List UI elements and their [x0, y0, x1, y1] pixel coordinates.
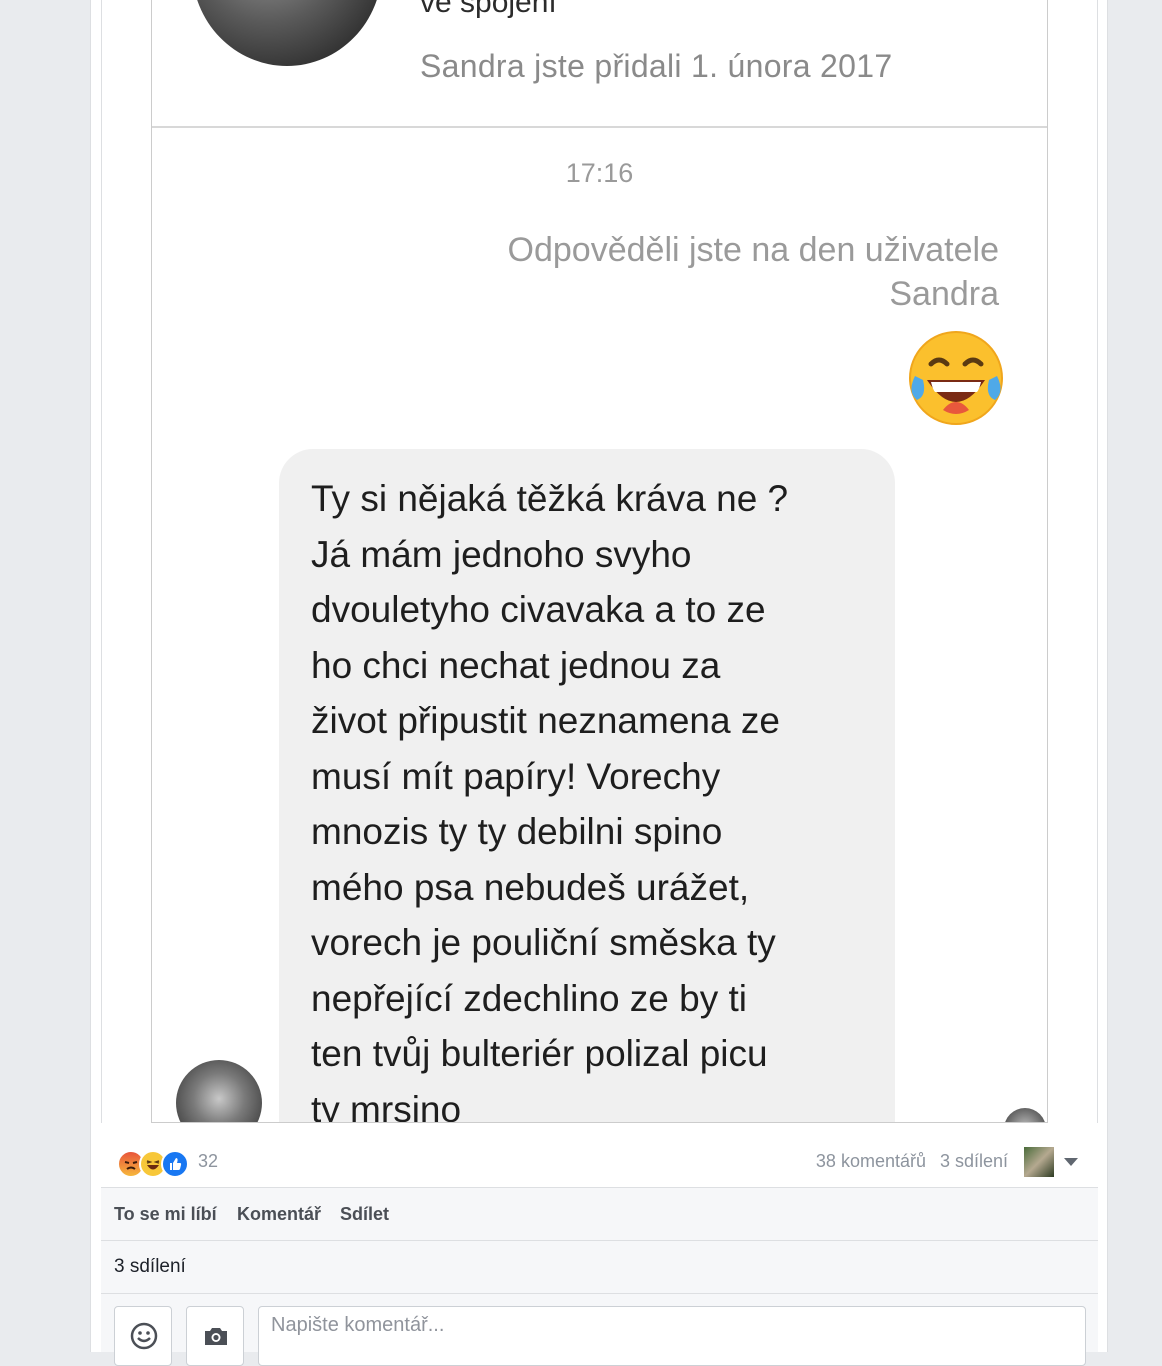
message-line: nepřející zdechlino ze by ti [311, 977, 748, 1019]
message-line: ho chci nechat jednou za [311, 644, 721, 686]
message-line: musí mít papíry! Vorechy [311, 755, 721, 797]
message-line: Ty si nějaká těžká kráva ne ? [311, 478, 789, 519]
message-text: Ty si nějaká těžká kráva ne ? Já mám jed… [311, 471, 881, 1123]
seen-avatar [1004, 1108, 1046, 1122]
chevron-down-icon[interactable] [1064, 1158, 1078, 1166]
message-line: mnozis ty ty debilni spino [311, 811, 723, 852]
like-icon [161, 1150, 189, 1178]
message-timestamp: 17:16 [565, 158, 634, 188]
page-left-margin [0, 0, 90, 1352]
shares-count-link[interactable]: 3 sdílení [940, 1151, 1008, 1172]
camera-icon [205, 1328, 227, 1345]
message-line: dvouletyho civavaka a to ze [311, 589, 766, 630]
reaction-count[interactable]: 32 [198, 1151, 218, 1172]
message-line: Já mám jednoho svyho [311, 533, 692, 575]
profile-avatar [192, 0, 382, 66]
post-stats-bar: 32 38 komentářů 3 sdílení [101, 1123, 1098, 1187]
divider [152, 126, 1047, 128]
shares-summary-label[interactable]: 3 sdílení [114, 1256, 186, 1278]
emoji-button[interactable] [114, 1306, 172, 1366]
message-bubble: Ty si nějaká těžká kráva ne ? Já mám jed… [279, 449, 895, 1123]
message-line: ten tvůj bulteriér polizal picu [311, 1033, 768, 1074]
shares-summary[interactable]: 3 sdílení [101, 1241, 1098, 1294]
post-actions-bar: To se mi líbí Komentář Sdílet [101, 1187, 1098, 1241]
message-line: mého psa nebudeš urážet, [311, 866, 750, 908]
comment-composer [101, 1294, 1098, 1366]
message-line: vorech je pouliční směska ty [311, 922, 776, 963]
page-right-margin [1108, 0, 1162, 1352]
share-button[interactable]: Sdílet [340, 1204, 389, 1225]
page-avatar[interactable] [1024, 1147, 1054, 1177]
comment-input[interactable] [258, 1306, 1086, 1366]
friends-since-label: Sandra jste přidali 1. února 2017 [420, 48, 893, 84]
message-line: život připustit neznamena ze [311, 700, 780, 741]
sender-avatar [176, 1060, 262, 1122]
smiley-icon [130, 1322, 158, 1350]
post-image[interactable]: ve spojení Sandra jste přidali 1. února … [151, 0, 1048, 1123]
like-button[interactable]: To se mi líbí [114, 1204, 217, 1225]
face-with-tears-of-joy-icon [907, 330, 1005, 426]
reaction-icons[interactable] [117, 1150, 197, 1178]
reply-note: Odpověděli jste na den uživatele Sandra [507, 231, 999, 313]
comment-button[interactable]: Komentář [237, 1204, 321, 1225]
photo-button[interactable] [186, 1306, 244, 1366]
message-line: ty mrsino [311, 1088, 462, 1123]
connected-label: ve spojení [420, 0, 557, 19]
comments-count-link[interactable]: 38 komentářů [816, 1151, 926, 1172]
